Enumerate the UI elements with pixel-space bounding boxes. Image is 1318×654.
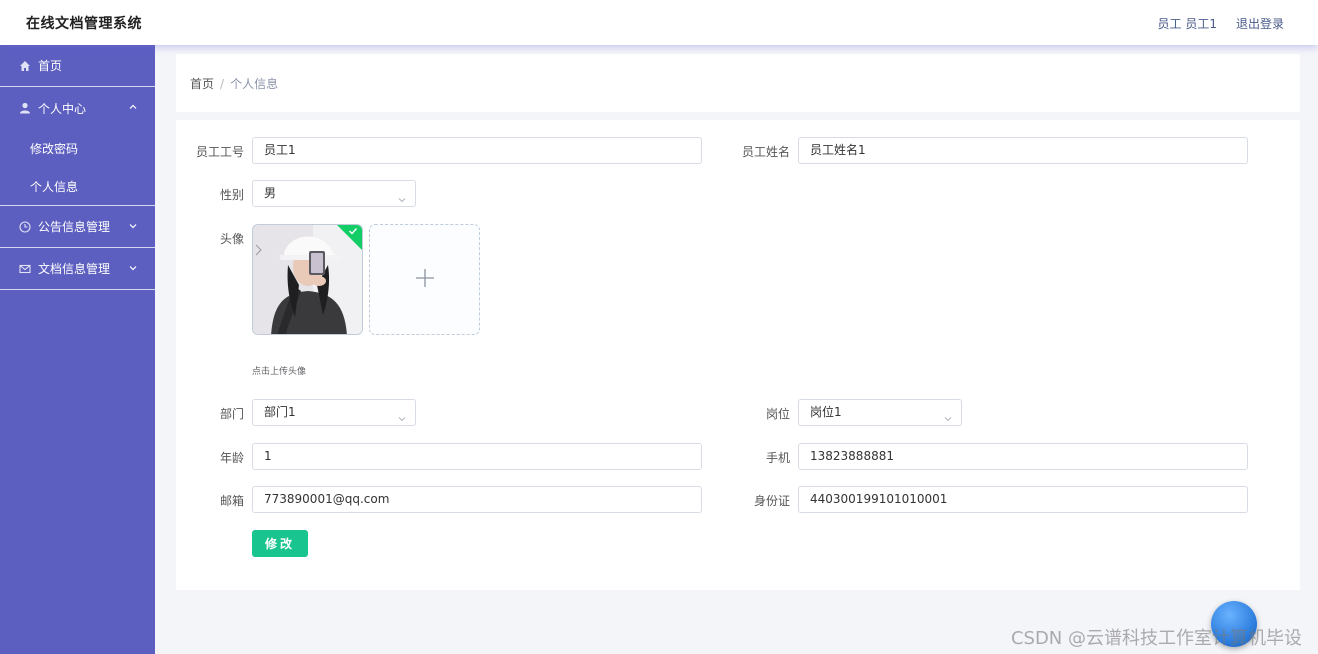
sidebar-item-personal-center[interactable]: 个人中心 xyxy=(0,87,155,129)
app-title: 在线文档管理系统 xyxy=(26,16,142,32)
age-input[interactable]: 1 xyxy=(252,443,702,470)
sidebar-item-label: 公告信息管理 xyxy=(38,220,111,234)
employee-name-label: 员工姓名 xyxy=(741,145,790,159)
gender-select[interactable]: 男 xyxy=(252,180,416,207)
personal-info-form: 员工工号 员工1 员工姓名 员工姓名1 性别 男 头像 点击上传头像 部门 部门… xyxy=(176,120,1300,590)
plus-icon xyxy=(415,268,435,291)
gender-label: 性别 xyxy=(219,188,244,202)
chevron-down-icon xyxy=(127,262,139,274)
gender-select-value: 男 xyxy=(264,186,277,200)
sidebar-item-personal-info[interactable]: 个人信息 xyxy=(0,167,155,205)
top-header: 在线文档管理系统 员工 员工1 退出登录 xyxy=(0,0,1318,45)
position-label: 岗位 xyxy=(765,407,790,421)
breadcrumb-separator: / xyxy=(220,77,225,91)
avatar-image[interactable] xyxy=(252,224,363,335)
sidebar-item-change-password[interactable]: 修改密码 xyxy=(0,129,155,167)
chevron-down-icon xyxy=(397,408,407,422)
avatar-label: 头像 xyxy=(219,232,244,246)
update-button[interactable]: 修改 xyxy=(252,530,308,557)
clock-icon xyxy=(18,220,32,234)
chevron-down-icon xyxy=(127,220,139,232)
id-card-label: 身份证 xyxy=(753,494,790,508)
sidebar-item-home[interactable]: 首页 xyxy=(0,45,155,87)
watermark: CSDN @云谱科技工作室计算机毕设 xyxy=(1010,628,1302,649)
home-icon xyxy=(18,59,32,73)
phone-input[interactable]: 13823888881 xyxy=(798,443,1248,470)
employee-id-label: 员工工号 xyxy=(195,145,244,159)
sidebar-item-documents[interactable]: 文档信息管理 xyxy=(0,248,155,290)
sidebar-item-label: 首页 xyxy=(38,59,63,73)
breadcrumb-current: 个人信息 xyxy=(230,77,279,91)
logout-link[interactable]: 退出登录 xyxy=(1236,15,1284,32)
user-icon xyxy=(18,101,32,115)
department-select-value: 部门1 xyxy=(264,405,296,419)
sidebar-item-label: 个人中心 xyxy=(38,101,87,116)
breadcrumb: 首页 / 个人信息 xyxy=(190,75,278,92)
position-select-value: 岗位1 xyxy=(810,405,842,419)
breadcrumb-home[interactable]: 首页 xyxy=(190,77,214,91)
check-icon xyxy=(348,226,358,239)
chevron-down-icon xyxy=(943,408,953,422)
email-input[interactable]: 773890001@qq.com xyxy=(252,486,702,513)
sidebar-group-personal: 个人中心 修改密码 个人信息 xyxy=(0,87,155,206)
current-user: 员工 员工1 xyxy=(1157,17,1217,31)
sidebar: 首页 个人中心 修改密码 个人信息 公告信息管理 文档信息管理 xyxy=(0,45,155,654)
department-select[interactable]: 部门1 xyxy=(252,399,416,426)
position-select[interactable]: 岗位1 xyxy=(798,399,962,426)
mail-icon xyxy=(18,262,32,276)
phone-label: 手机 xyxy=(765,451,790,465)
chevron-down-icon xyxy=(397,189,407,203)
id-card-input[interactable]: 440300199101010001 xyxy=(798,486,1248,513)
employee-name-input[interactable]: 员工姓名1 xyxy=(798,137,1248,164)
department-label: 部门 xyxy=(219,407,244,421)
employee-id-input[interactable]: 员工1 xyxy=(252,137,702,164)
chevron-up-icon xyxy=(127,101,139,113)
email-label: 邮箱 xyxy=(219,494,244,508)
sidebar-item-announcements[interactable]: 公告信息管理 xyxy=(0,206,155,248)
avatar-upload-hint: 点击上传头像 xyxy=(252,367,307,377)
breadcrumb-panel: 首页 / 个人信息 xyxy=(176,54,1300,112)
avatar-upload-button[interactable] xyxy=(369,224,480,335)
avatar-photo xyxy=(253,225,362,334)
sidebar-item-label: 文档信息管理 xyxy=(38,262,111,276)
submenu-personal: 修改密码 个人信息 xyxy=(0,129,155,206)
age-label: 年龄 xyxy=(219,451,244,465)
